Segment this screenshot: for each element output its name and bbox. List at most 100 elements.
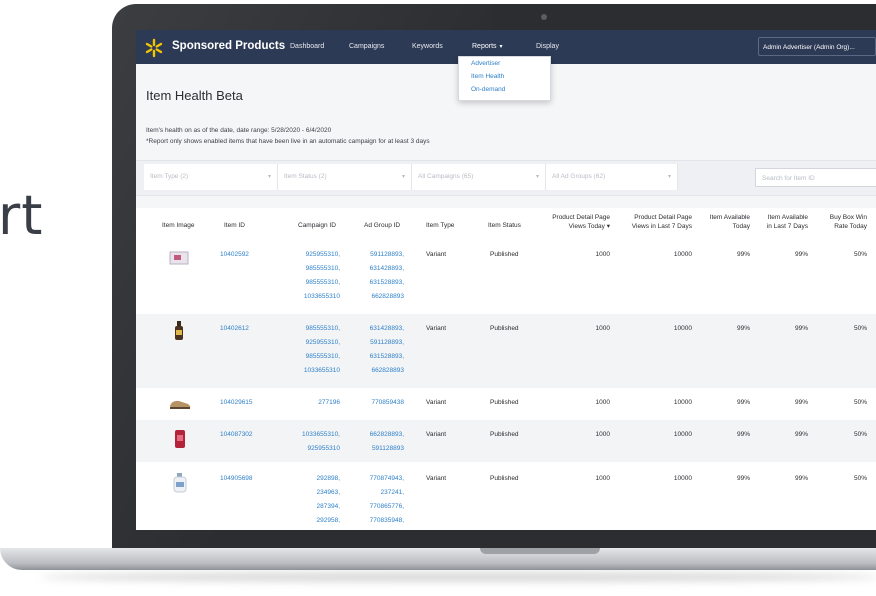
cell-avail-today: 99% [736,399,750,406]
cell-buybox: 50% [853,251,867,258]
filter-ad-groups[interactable]: All Ad Groups (62) ▾ [546,164,678,190]
app-screen: Sponsored Products Dashboard Campaigns K… [136,30,876,530]
chevron-down-icon: ▾ [267,174,271,180]
cell-status: Published [490,431,519,438]
cell-item-id[interactable]: 10402592 [220,248,280,262]
col-buybox-rate: Buy Box Win Rate Today [829,214,867,230]
col-available-today: Item Available Today [709,214,750,230]
cell-pdp-7d: 10000 [673,399,692,406]
cell-avail-today: 99% [736,475,750,482]
menu-item-advertiser[interactable]: Advertiser [471,60,500,67]
menu-item-item-health[interactable]: Item Health [471,73,504,80]
filter-item-type-label: Item Type (2) [150,173,189,180]
cell-buybox: 50% [853,325,867,332]
col-item-image: Item Image [162,222,195,229]
chevron-down-icon: ▾ [499,44,503,50]
nav-display[interactable]: Display [536,43,559,50]
chevron-down-icon: ▾ [535,174,539,180]
filter-item-type[interactable]: Item Type (2) ▾ [144,164,278,190]
cell-avail-7d: 99% [794,431,808,438]
col-item-status: Item Status [488,222,521,229]
cell-campaign-ids[interactable]: 985555310, 925955310, 985555310, 1033655… [276,322,340,378]
cell-type: Variant [426,475,447,482]
filter-item-status-label: Item Status (2) [284,173,327,180]
cell-campaign-ids[interactable]: 925955310, 985555310, 985555310, 1033655… [276,248,340,304]
cell-avail-today: 99% [736,431,750,438]
cell-pdp-today: 1000 [595,399,610,406]
cell-ad-group-ids[interactable]: 591128893, 631428893, 631528893, 6628288… [342,248,404,304]
cell-pdp-today: 1000 [595,475,610,482]
cell-status: Published [490,251,519,258]
search-input[interactable]: Search for Item ID [755,168,876,187]
cell-ad-group-ids[interactable]: 662828893, 591128893 [342,428,404,456]
chevron-down-icon: ▾ [401,174,405,180]
reports-dropdown-menu: Advertiser Item Health On-demand [458,56,551,101]
brand-name: Sponsored Products [172,40,286,52]
cell-pdp-7d: 10000 [673,431,692,438]
cell-buybox: 50% [853,475,867,482]
cell-status: Published [490,399,519,406]
filter-campaigns[interactable]: All Campaigns (65) ▾ [412,164,546,190]
filter-campaigns-label: All Campaigns (65) [418,173,474,180]
cell-avail-7d: 99% [794,475,808,482]
cell-type: Variant [426,251,447,258]
laptop-base [0,548,876,570]
filter-item-status[interactable]: Item Status (2) ▾ [278,164,412,190]
col-pdp-views-7d: Product Detail Page Views in Last 7 Days [631,214,692,230]
nav-reports-label: Reports [472,43,497,50]
jug-product-icon [173,473,187,493]
cell-item-id[interactable]: 104087302 [220,428,280,442]
spark-logo-icon [145,38,163,58]
shoe-product-icon [170,400,191,409]
menu-item-on-demand[interactable]: On-demand [471,86,505,93]
cell-avail-today: 99% [736,251,750,258]
cell-type: Variant [426,399,447,406]
cell-avail-7d: 99% [794,325,808,332]
col-item-type: Item Type [426,222,455,229]
cell-ad-group-ids[interactable]: 770874943, 237241, 770865776, 770835948, [342,472,404,528]
nav-reports[interactable]: Reports ▾ [472,43,503,50]
cell-item-id[interactable]: 104905698 [220,472,280,486]
date-range-note: Item's health on as of the date, date ra… [146,127,332,134]
cell-avail-7d: 99% [794,399,808,406]
col-ad-group-id: Ad Group ID [364,222,401,229]
cell-pdp-today: 1000 [595,431,610,438]
col-available-7d: Item Available in Last 7 Days [766,214,808,230]
filter-ad-groups-label: All Ad Groups (62) [552,173,606,180]
cell-item-id[interactable]: 104029615 [220,396,280,410]
cell-ad-group-ids[interactable]: 631428893, 591128893, 631528893, 6628288… [342,322,404,378]
laptop-shadow [40,572,876,582]
cell-ad-group-ids[interactable]: 770859438 [342,396,404,410]
cell-pdp-today: 1000 [595,325,610,332]
cell-campaign-ids[interactable]: 1033655310, 925955310 [276,428,340,456]
cell-item-id[interactable]: 10402612 [220,322,280,336]
cell-pdp-7d: 10000 [673,325,692,332]
cell-avail-7d: 99% [794,251,808,258]
cell-pdp-7d: 10000 [673,251,692,258]
chevron-down-icon: ▾ [667,174,671,180]
cell-campaign-ids[interactable]: 277196 [276,396,340,410]
cell-campaign-ids[interactable]: 292898, 234963, 287394, 292958, [276,472,341,528]
nav-campaigns[interactable]: Campaigns [349,43,384,50]
cell-buybox: 50% [853,431,867,438]
nav-keywords[interactable]: Keywords [412,43,443,50]
cell-status: Published [490,325,519,332]
nav-dashboard[interactable]: Dashboard [290,43,324,50]
can-product-icon [175,430,185,448]
cell-pdp-7d: 10000 [673,475,692,482]
cell-status: Published [490,475,519,482]
camera-icon [541,14,547,20]
cell-type: Variant [426,325,447,332]
bottle-product-icon [175,321,183,340]
cell-buybox: 50% [853,399,867,406]
page-title: Item Health Beta [146,88,243,103]
col-item-id: Item ID [224,222,245,229]
cell-avail-today: 99% [736,325,750,332]
account-selector[interactable]: Admin Advertiser (Admin Org)... [758,37,876,56]
laptop-base-notch [480,548,600,554]
cell-pdp-today: 1000 [595,251,610,258]
report-note: *Report only shows enabled items that ha… [146,138,430,145]
box-product-icon [169,251,189,265]
col-pdp-views-today[interactable]: Product Detail Page Views Today ▾ [536,213,610,231]
col-campaign-id: Campaign ID [298,222,336,229]
